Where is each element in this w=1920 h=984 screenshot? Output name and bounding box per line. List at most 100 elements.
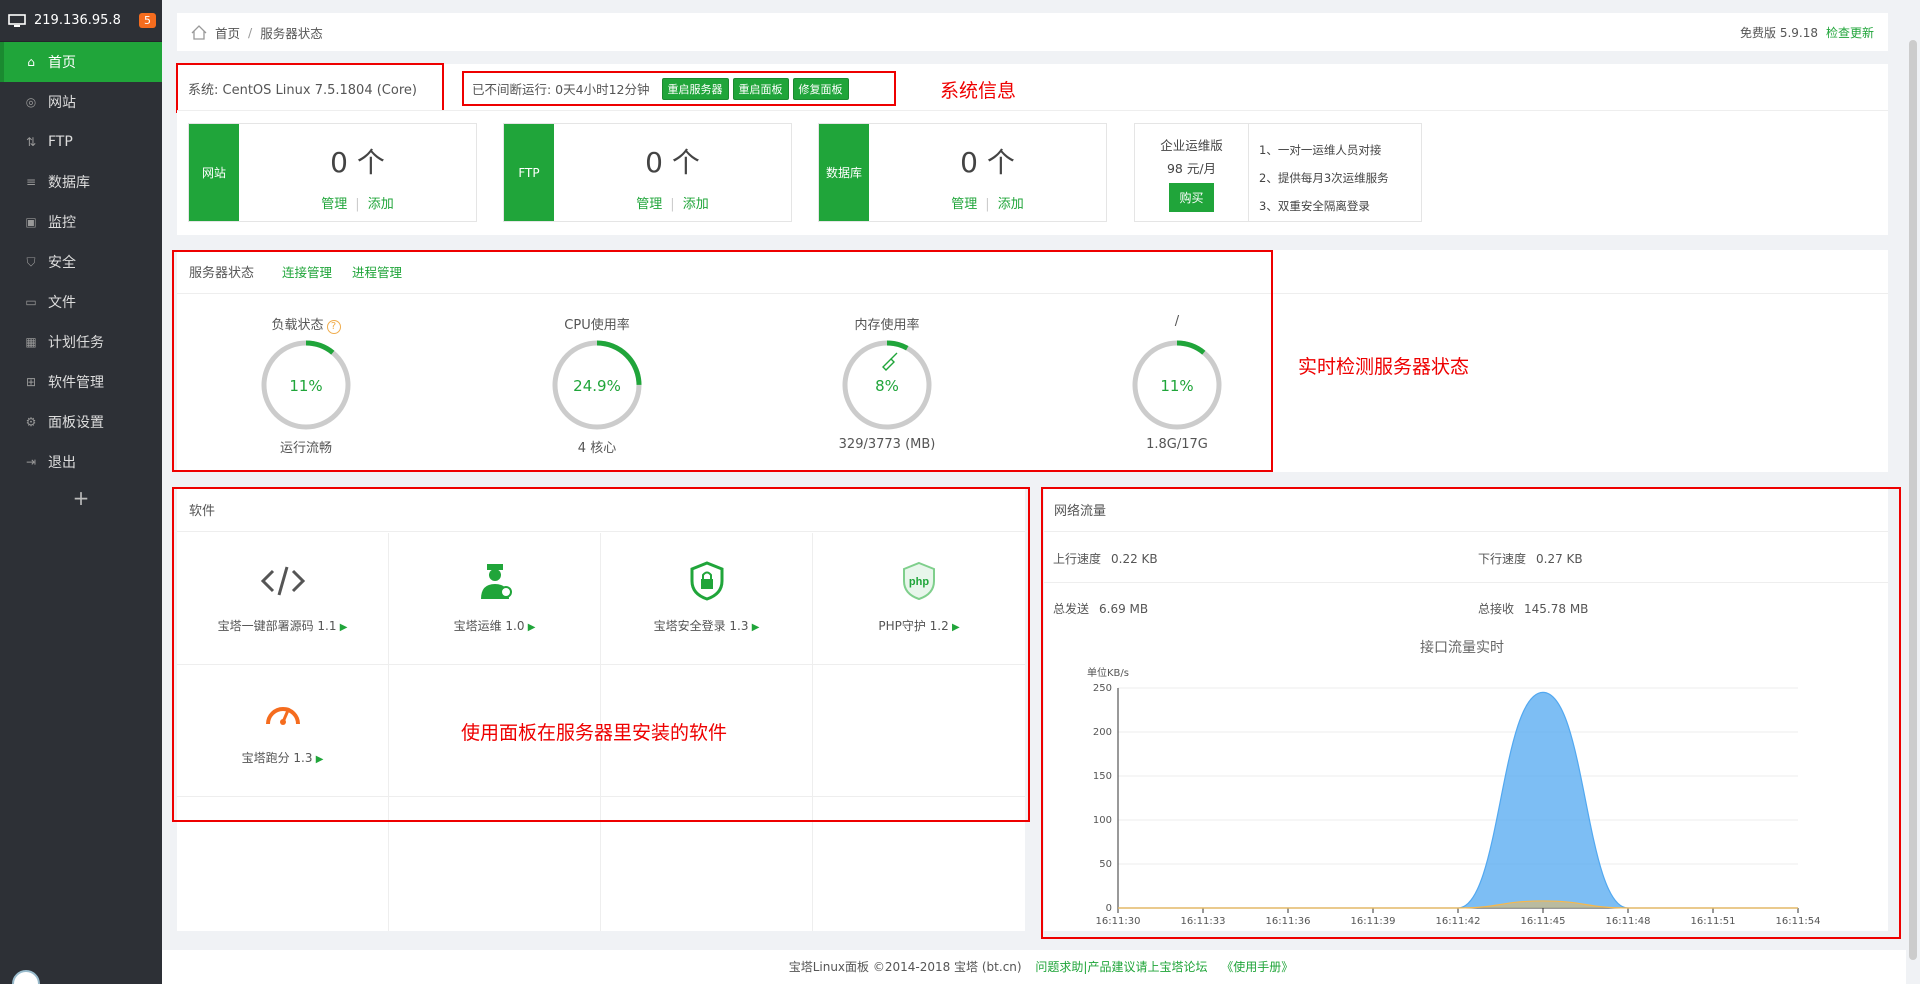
ops-feature: 2、提供每月3次运维服务 [1259,171,1389,185]
gauge-subtitle: 运行流畅 [279,441,332,456]
os-info: 系统: CentOS Linux 7.5.1804 (Core) [176,63,444,113]
sidebar-item[interactable]: ⚙ 面板设置 [0,402,162,442]
version-info: 免费版 5.9.18 检查更新 [1740,24,1874,41]
restart-server-button[interactable]: 重启服务器 [661,77,729,100]
gauge-ring: 8% [842,340,932,430]
status-gauge[interactable]: 负载状态? 11% 运行流畅 [206,314,406,456]
stat-add-link[interactable]: 添加 [368,197,394,212]
shield-icon: ⛉ [26,254,36,269]
gauge-value: 11% [1160,377,1193,395]
sidebar-item[interactable]: ≡ 数据库 [0,162,162,202]
sidebar-item[interactable]: ⇅ FTP [0,122,162,162]
scrollbar-thumb[interactable] [1909,40,1917,960]
sidebar-item-label: FTP [48,134,73,150]
buy-button[interactable]: 购买 [1169,183,1214,212]
restart-panel-button[interactable]: 重启面板 [732,77,789,100]
sidebar-item-label: 文件 [48,295,76,311]
sidebar-item[interactable]: ◎ 网站 [0,82,162,122]
stat-count: 0 个 [330,146,385,179]
rocket-icon [882,352,898,371]
server-header: 219.136.95.8 5 [0,0,162,42]
stat-count: 0 个 [960,146,1015,179]
ops-title: 企业运维版 [1160,138,1223,153]
gauge-title: 负载状态 [271,318,324,333]
uptime-bar: 已不间断运行: 0天4小时12分钟 重启服务器 重启面板 修复面板 [462,71,896,106]
gauge-title: / [1174,314,1180,329]
stat-add-link[interactable]: 添加 [683,197,709,212]
software-highlight-box [172,487,1030,822]
breadcrumb-bar: 首页 / 服务器状态 免费版 5.9.18 检查更新 [177,13,1888,51]
gear-icon: ⚙ [25,415,37,429]
sidebar-item-label: 退出 [48,455,76,471]
sidebar-item-label: 面板设置 [48,415,104,431]
sidebar-item-label: 监控 [48,215,76,231]
breadcrumb: 首页 / 服务器状态 [191,23,323,42]
status-gauge[interactable]: CPU使用率 24.9% 4 核心 [497,314,697,456]
scrollbar[interactable] [1906,0,1920,984]
stat-count: 0 个 [645,146,700,179]
calendar-icon: ▦ [25,335,37,349]
grid-icon: ⊞ [25,375,37,389]
sidebar: 219.136.95.8 5 ⌂ 首页 ◎ 网站 ⇅ FTP ≡ 数据库 ▣ 监控 ⛉ 安全 ▭ 文件 ▦ 计… [0,0,162,984]
monitor-icon: ▣ [25,215,37,229]
gauge-value: 8% [875,377,899,395]
home-icon: ⌂ [27,55,35,69]
stat-label: 数据库 [819,124,869,221]
monitor-icon [8,13,26,27]
gauge-title: 内存使用率 [854,318,920,333]
status-gauge[interactable]: 内存使用率 8% 329/3773 (MB) [787,314,987,452]
stat-label: 网站 [189,124,239,221]
breadcrumb-current: 服务器状态 [260,25,323,41]
stat-manage-link[interactable]: 管理 [321,197,347,212]
software-annotation: 使用面板在服务器里安装的软件 [461,722,728,744]
stat-add-link[interactable]: 添加 [998,197,1024,212]
database-icon: ≡ [25,175,37,189]
gauge-subtitle: 329/3773 (MB) [838,437,936,452]
uptime-text: 已不间断运行: 0天4小时12分钟 [472,82,650,97]
folder-icon: ▭ [25,295,37,309]
status-annotation: 实时检测服务器状态 [1298,356,1470,378]
ftp-icon: ⇅ [25,135,37,149]
check-update-link[interactable]: 检查更新 [1826,26,1874,40]
breadcrumb-home[interactable]: 首页 [215,23,240,42]
gauge-value: 11% [289,377,322,395]
enterprise-ops-card: 企业运维版 98 元/月 购买 1、一对一运维人员对接 2、提供每月3次运维服务… [1134,123,1422,222]
logout-icon: ⇥ [25,455,37,469]
system-info-annotation: 系统信息 [940,80,1017,102]
stat-manage-link[interactable]: 管理 [636,197,662,212]
sidebar-item[interactable]: ▣ 监控 [0,202,162,242]
version-label: 免费版 5.9.18 [1740,25,1818,40]
stat-card-ftp: FTP 0 个 管理 | 添加 [503,123,792,222]
footer: 宝塔Linux面板 ©2014-2018 宝塔 (bt.cn) 问题求助|产品建… [162,950,1920,984]
ops-feature: 3、双重安全隔离登录 [1259,199,1370,213]
breadcrumb-separator: / [248,24,253,40]
sidebar-item[interactable]: ▭ 文件 [0,282,162,322]
sidebar-item[interactable]: ⊞ 软件管理 [0,362,162,402]
gauge-title: CPU使用率 [564,318,630,333]
gauge-ring: 11% [1132,340,1222,430]
gauge-ring: 24.9% [552,340,642,430]
network-highlight-box [1041,487,1901,939]
sidebar-item-label: 计划任务 [48,335,104,351]
gauge-subtitle: 4 核心 [577,441,617,456]
stat-manage-link[interactable]: 管理 [951,197,977,212]
sidebar-item-label: 网站 [48,95,76,111]
ops-feature: 1、一对一运维人员对接 [1259,143,1382,157]
add-menu-button[interactable]: + [0,486,162,510]
globe-icon: ◎ [25,95,37,109]
status-gauge[interactable]: / 11% 1.8G/17G [1077,314,1277,452]
sidebar-item[interactable]: ⇥ 退出 [0,442,162,482]
avatar[interactable] [12,970,40,984]
gauge-ring: 11% [261,340,351,430]
notification-badge[interactable]: 5 [139,13,156,28]
repair-panel-button[interactable]: 修复面板 [792,77,849,100]
gauge-value: 24.9% [573,377,621,395]
sidebar-item[interactable]: ⛉ 安全 [0,242,162,282]
stat-label: FTP [504,124,554,221]
manual-link[interactable]: 《使用手册》 [1221,960,1293,974]
forum-link[interactable]: 问题求助|产品建议请上宝塔论坛 [1035,960,1207,974]
sidebar-item[interactable]: ▦ 计划任务 [0,322,162,362]
help-icon[interactable]: ? [326,320,341,334]
sidebar-item[interactable]: ⌂ 首页 [0,42,162,82]
home-icon[interactable] [191,24,207,40]
